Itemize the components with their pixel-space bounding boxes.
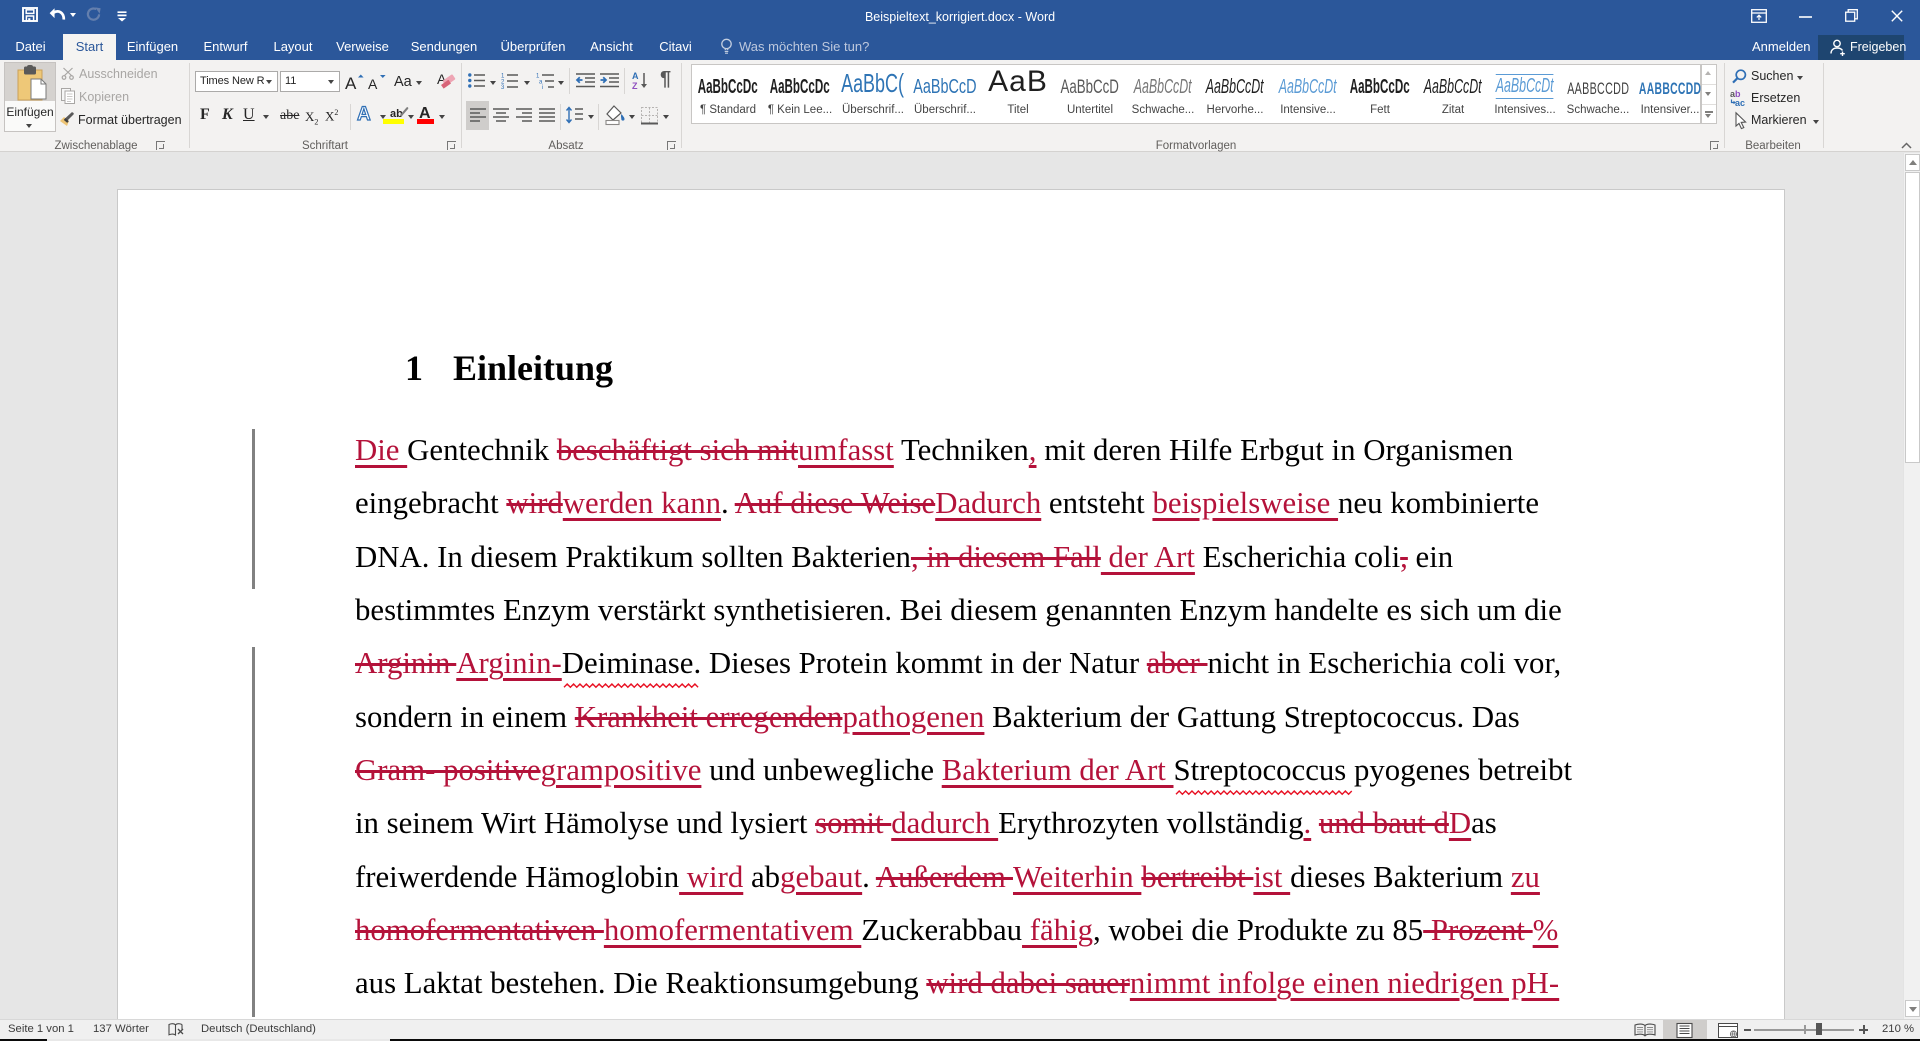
svg-text:A: A bbox=[632, 71, 639, 81]
svg-text:A: A bbox=[345, 74, 357, 93]
svg-text:i: i bbox=[542, 85, 543, 91]
svg-text:Z: Z bbox=[632, 81, 638, 91]
svg-text:ac: ac bbox=[1735, 98, 1745, 108]
svg-text:A: A bbox=[368, 76, 378, 92]
svg-text:3: 3 bbox=[501, 85, 505, 91]
